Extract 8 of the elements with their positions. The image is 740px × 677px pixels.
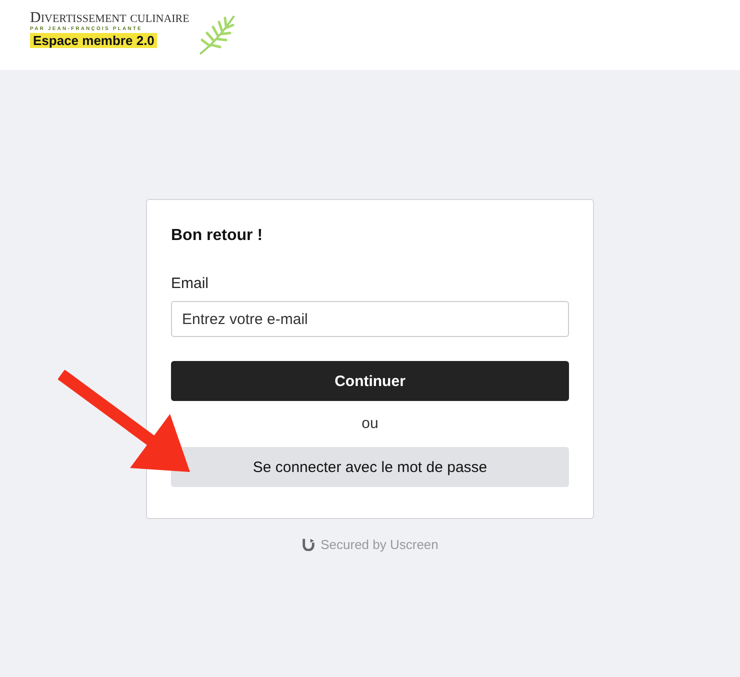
- password-login-button[interactable]: Se connecter avec le mot de passe: [171, 447, 569, 487]
- email-label: Email: [171, 275, 209, 293]
- email-field[interactable]: Entrez votre e-mail: [171, 301, 569, 337]
- continue-button[interactable]: Continuer: [171, 361, 569, 401]
- separator-text: ou: [362, 415, 378, 433]
- secured-by-text: Secured by Uscreen: [320, 537, 438, 552]
- card-heading: Bon retour !: [171, 226, 264, 246]
- uscreen-logo-icon: [302, 538, 315, 551]
